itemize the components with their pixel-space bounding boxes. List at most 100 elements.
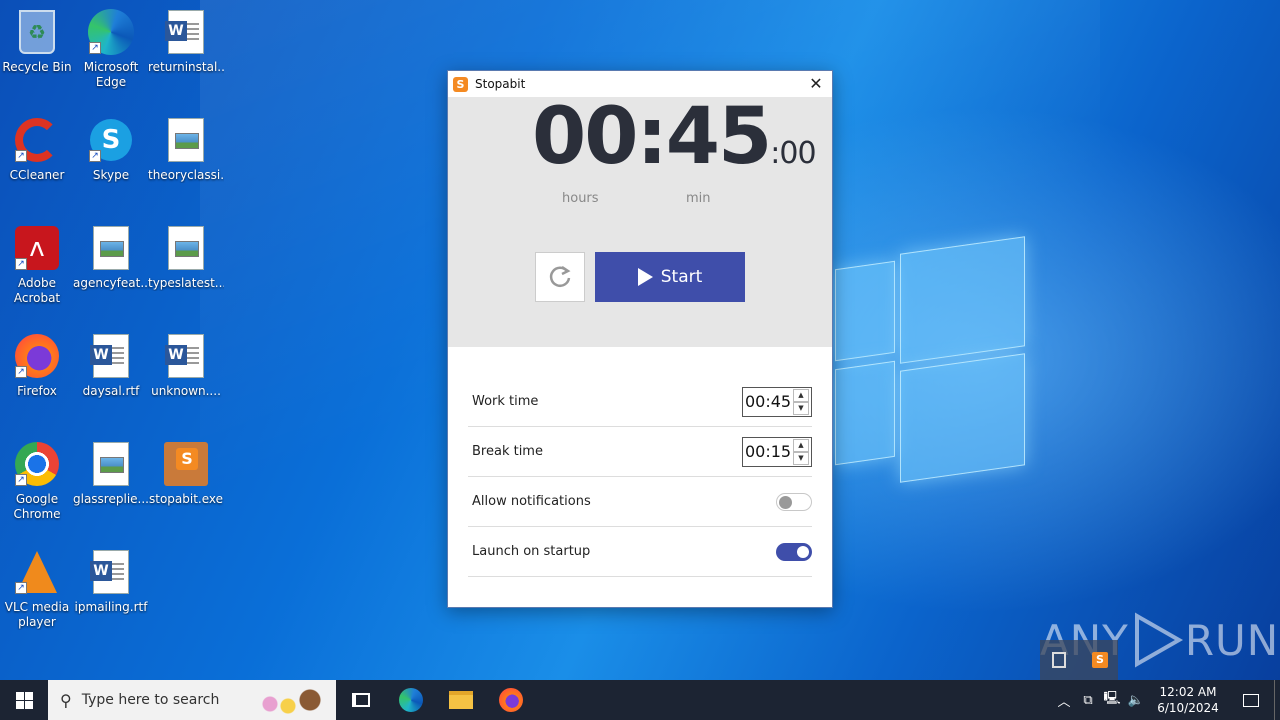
- word-document-icon: W: [90, 550, 129, 594]
- start-button[interactable]: Start: [595, 252, 745, 302]
- desktop-icon-label: Skype: [92, 168, 130, 182]
- desktop-icon-ccleaner[interactable]: ↗ CCleaner: [0, 116, 75, 183]
- desktop-icon-firefox[interactable]: ↗ Firefox: [0, 332, 75, 399]
- stopabit-tray-icon[interactable]: S: [1092, 652, 1108, 668]
- stopabit-installer-icon: S: [164, 442, 208, 486]
- taskbar-clock[interactable]: 12:02 AM 6/10/2024: [1148, 684, 1228, 716]
- taskbar-firefox[interactable]: [486, 680, 536, 720]
- settings-panel: Work time ▲ ▼ Break time ▲ ▼ Allow notif…: [468, 377, 812, 577]
- clock-date: 6/10/2024: [1157, 701, 1219, 715]
- shortcut-arrow-icon: ↗: [15, 582, 27, 594]
- shortcut-arrow-icon: ↗: [15, 474, 27, 486]
- device-icon[interactable]: ⧉: [1076, 680, 1100, 720]
- desktop-icon-label: ipmailing.rtf: [74, 600, 148, 614]
- word-document-icon: W: [165, 334, 204, 378]
- image-document-icon: [168, 226, 204, 270]
- desktop-icon-daysal[interactable]: W daysal.rtf: [73, 332, 149, 399]
- desktop-icon-label: daysal.rtf: [82, 384, 140, 398]
- desktop-icon-unknown[interactable]: W unknown....: [148, 332, 224, 399]
- work-time-stepper[interactable]: ▲ ▼: [742, 386, 812, 417]
- setting-break-time: Break time ▲ ▼: [468, 427, 812, 477]
- tray-overflow-popup: S: [1040, 640, 1118, 680]
- notification-icon: [1243, 693, 1259, 707]
- system-tray: ︿ ⧉ 🖳 🔈 12:02 AM 6/10/2024: [1052, 680, 1280, 720]
- desktop-icon-label: unknown....: [151, 384, 221, 398]
- unit-hours-label: hours: [562, 191, 599, 206]
- startup-label: Launch on startup: [472, 544, 591, 559]
- desktop-icon-label: Google Chrome: [13, 492, 61, 521]
- break-time-stepper[interactable]: ▲ ▼: [742, 436, 812, 467]
- recycle-bin-icon: ♻: [19, 10, 55, 54]
- desktop-icon-acrobat[interactable]: ᴧ ↗ Adobe Acrobat: [0, 224, 75, 306]
- refresh-icon: [549, 265, 571, 287]
- shortcut-arrow-icon: ↗: [15, 150, 27, 162]
- desktop-icon-vlc[interactable]: ↗ VLC media player: [0, 548, 75, 630]
- desktop-icon-agencyfeat[interactable]: agencyfeat...: [73, 224, 149, 291]
- timer-display: 00:45:00: [532, 97, 817, 177]
- network-icon[interactable]: 🖳: [1100, 680, 1124, 720]
- volume-icon[interactable]: 🔈: [1124, 680, 1148, 720]
- clock-time: 12:02 AM: [1159, 685, 1217, 699]
- play-icon: [637, 268, 653, 286]
- folder-icon: [449, 691, 473, 709]
- search-icon: ⚲: [60, 690, 72, 710]
- watermark-text-right: RUN: [1184, 615, 1280, 665]
- start-button-windows[interactable]: [0, 680, 48, 720]
- image-document-icon: [168, 118, 204, 162]
- break-time-up-button[interactable]: ▲: [793, 438, 809, 452]
- shortcut-arrow-icon: ↗: [89, 150, 101, 162]
- windows-logo-wallpaper: [830, 236, 1030, 483]
- desktop-icon-glassreplie[interactable]: glassreplie...: [73, 440, 149, 507]
- break-time-input[interactable]: [743, 438, 793, 465]
- desktop-icon-skype[interactable]: S ↗ Skype: [73, 116, 149, 183]
- stopabit-window: S Stopabit ✕ 00:45:00 hours min Start Wo…: [447, 70, 833, 608]
- timer-panel: 00:45:00 hours min Start: [448, 97, 832, 347]
- break-time-down-button[interactable]: ▼: [793, 451, 809, 465]
- break-time-label: Break time: [472, 444, 543, 459]
- setting-notifications: Allow notifications: [468, 477, 812, 527]
- desktop-icon-returninstal[interactable]: W returninstal...: [148, 8, 224, 75]
- desktop-icon-recycle-bin[interactable]: ♻ Recycle Bin: [0, 8, 75, 75]
- image-document-icon: [93, 226, 129, 270]
- desktop-icon-theoryclassi[interactable]: theoryclassi...: [148, 116, 224, 183]
- work-time-label: Work time: [472, 394, 539, 409]
- desktop-icon-chrome[interactable]: ↗ Google Chrome: [0, 440, 75, 522]
- firefox-icon: [499, 688, 523, 712]
- notification-center-button[interactable]: [1228, 680, 1274, 720]
- desktop-icon-label: stopabit.exe: [148, 492, 224, 506]
- work-time-up-button[interactable]: ▲: [793, 388, 809, 402]
- desktop-icon-ipmailing[interactable]: W ipmailing.rtf: [73, 548, 149, 615]
- desktop-icon-label: theoryclassi...: [148, 168, 224, 182]
- notifications-toggle[interactable]: [776, 492, 812, 511]
- work-time-input[interactable]: [743, 388, 793, 415]
- task-view-icon: [352, 693, 370, 707]
- image-document-icon: [93, 442, 129, 486]
- desktop-icon-label: glassreplie...: [73, 492, 149, 506]
- usb-icon[interactable]: [1052, 652, 1066, 668]
- taskbar-edge[interactable]: [386, 680, 436, 720]
- task-view-button[interactable]: [336, 680, 386, 720]
- taskbar: ⚲ Type here to search ︿ ⧉ 🖳 🔈 12:02 AM 6…: [0, 680, 1280, 720]
- show-hidden-icons-button[interactable]: ︿: [1052, 680, 1076, 720]
- stopabit-logo-icon: S: [453, 76, 468, 92]
- close-button[interactable]: ✕: [800, 71, 832, 97]
- word-document-icon: W: [90, 334, 129, 378]
- windows-icon: [15, 691, 33, 709]
- taskbar-file-explorer[interactable]: [436, 680, 486, 720]
- word-document-icon: W: [165, 10, 204, 54]
- shortcut-arrow-icon: ↗: [89, 42, 101, 54]
- setting-startup: Launch on startup: [468, 527, 812, 577]
- setting-work-time: Work time ▲ ▼: [468, 377, 812, 427]
- desktop-icon-label: Adobe Acrobat: [13, 276, 61, 305]
- taskbar-search-box[interactable]: ⚲ Type here to search: [48, 680, 336, 720]
- reset-button[interactable]: [535, 252, 585, 302]
- show-desktop-button[interactable]: [1274, 680, 1280, 720]
- desktop-icon-typeslatest[interactable]: typeslatest....: [148, 224, 224, 291]
- shortcut-arrow-icon: ↗: [15, 366, 27, 378]
- desktop-icon-edge[interactable]: ↗ Microsoft Edge: [73, 8, 149, 90]
- startup-toggle[interactable]: [776, 542, 812, 561]
- desktop-icon-stopabit-exe[interactable]: S stopabit.exe: [148, 440, 224, 507]
- desktop-icon-label: Firefox: [17, 384, 57, 398]
- start-button-label: Start: [660, 267, 703, 287]
- work-time-down-button[interactable]: ▼: [793, 401, 809, 415]
